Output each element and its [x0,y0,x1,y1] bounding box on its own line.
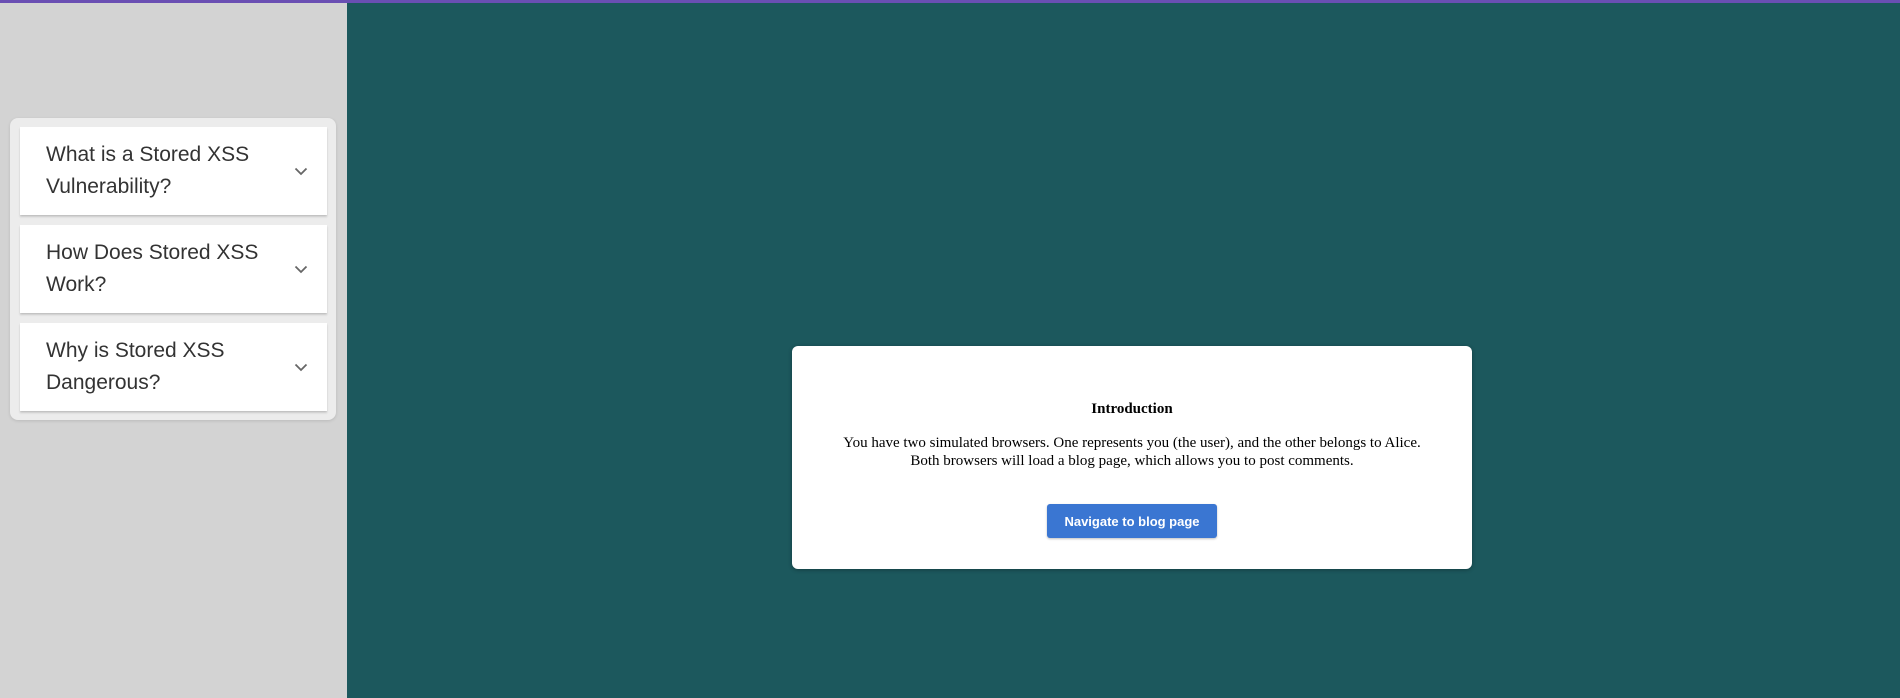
faq-accordion: What is a Stored XSS Vulnerability? How … [10,118,336,420]
accordion-item-title: What is a Stored XSS Vulnerability? [46,143,250,198]
intro-line-2: Both browsers will load a blog page, whi… [910,453,1354,469]
sidebar: What is a Stored XSS Vulnerability? How … [0,3,347,698]
intro-line-1: You have two simulated browsers. One rep… [843,435,1421,451]
intro-description: You have two simulated browsers. One rep… [812,434,1452,470]
chevron-down-icon [291,161,311,181]
navigate-to-blog-button[interactable]: Navigate to blog page [1047,504,1217,538]
intro-card: Introduction You have two simulated brow… [792,346,1472,569]
chevron-down-icon [291,357,311,377]
main-area: Introduction You have two simulated brow… [347,3,1900,698]
chevron-down-icon [291,259,311,279]
accordion-item-title: How Does Stored XSS Work? [46,241,259,296]
intro-title: Introduction [1091,401,1173,417]
accordion-item-why-is-stored-xss-dangerous[interactable]: Why is Stored XSS Dangerous? [20,323,327,411]
accordion-item-title: Why is Stored XSS Dangerous? [46,339,225,394]
accordion-item-how-does-stored-xss-work[interactable]: How Does Stored XSS Work? [20,225,327,313]
accordion-item-what-is-stored-xss[interactable]: What is a Stored XSS Vulnerability? [20,127,327,215]
